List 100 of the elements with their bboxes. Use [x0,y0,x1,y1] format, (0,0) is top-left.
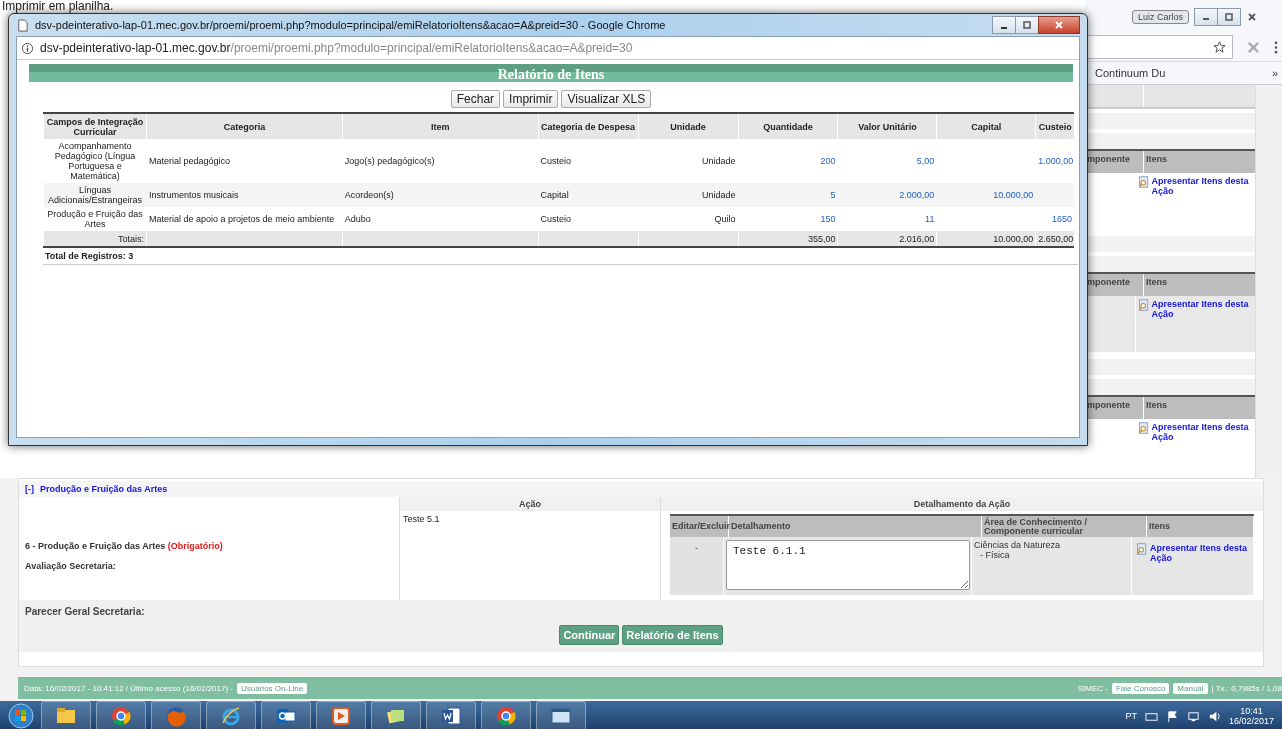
area-text: Ciências da Natureza [974,540,1062,550]
table-cell: Material pedagógico [149,156,231,166]
action-text: Teste 5.1 [402,513,441,526]
total-cell: 10.000,00 [993,233,1034,244]
table-cell: 11 [925,214,935,224]
show-items-link[interactable]: Apresentar Itens desta Ação [1151,422,1253,442]
menu-icon[interactable] [1274,40,1278,54]
column-header: Quantidade [738,113,838,139]
report-button[interactable]: Fechar [450,90,501,108]
timing-text: | Tx.: 0,7985s / 1,08 [1211,683,1282,693]
minimize-icon [1203,18,1209,21]
document-search-icon [1137,176,1150,188]
table-cell: Quilo [714,214,736,224]
report-heading: Relatório de Itens [29,64,1073,82]
total-cell: 2.650,00 [1038,233,1074,244]
restore-icon [1224,11,1234,22]
sub-area-text: - Física [979,550,1011,560]
column-header: Itens [1145,276,1168,289]
start-button[interactable] [6,702,36,729]
table-cell: Material de apoio a projetos de meio ambiente [149,214,335,224]
show-items-link[interactable]: Apresentar Itens desta Ação [1150,543,1249,563]
system-label: SIMEC - [1077,683,1108,693]
restore-button[interactable] [1015,16,1039,34]
chrome-icon[interactable] [495,705,517,727]
network-icon[interactable] [1186,709,1200,723]
collapse-toggle[interactable]: [-] [25,484,34,494]
table-cell: 10.000,00 [993,190,1034,200]
document-search-icon [1137,422,1150,434]
minimize-icon [1001,26,1007,29]
table-cell: Jogo(s) pedagógico(s) [344,156,435,166]
table-cell: Capital [540,190,569,200]
ie-icon[interactable] [220,705,242,727]
table-cell: 1650 [1051,214,1072,224]
footer-info: Data: 16/02/2017 - 10:41:12 / Último acesso (16/02/2017) - [24,683,233,693]
bookmark-link[interactable]: Continuum Du [1095,67,1166,80]
table-cell: Unidade [702,190,736,200]
user-profile-button[interactable]: Luiz Carlos [1131,9,1189,24]
flag-icon[interactable] [1165,709,1179,723]
table-cell: 1.000,00 [1038,156,1074,166]
play-icon[interactable] [330,705,352,727]
total-cell: 2.016,00 [899,233,935,244]
column-header: Detalhamento da Ação [661,497,1263,511]
report-button[interactable]: Visualizar XLS [561,90,652,108]
table-cell: Instrumentos musicais [149,190,239,200]
column-header: Categoria de Despesa [538,113,639,139]
document-search-icon [1136,543,1148,555]
table-cell: Línguas Adicionais/Estrangeiras [48,185,143,205]
table-cell: - [670,537,724,595]
volume-icon[interactable] [1207,709,1221,723]
column-header: Itens [1145,399,1168,412]
window-title: dsv-pdeinterativo-lap-01.mec.gov.br/proemi/proemi.php?modulo=principal/emiRelatorioItens&acao=A&preid=30 - Google Chrome [35,19,667,31]
column-header: Unidade [638,113,738,139]
total-cell: 355,00 [807,233,836,244]
total-records: Total de Registros: 3 [43,248,1078,265]
background-text: Imprimir em planilha. [1,0,115,13]
page-icon [16,18,29,32]
totals-label: Totais: [118,233,145,244]
word-icon[interactable] [440,705,462,727]
column-header: Custeio [1035,113,1074,139]
column-header: Item [342,113,539,139]
close-icon [1054,20,1064,30]
item-label: 6 - Produção e Fruição das Artes (Obrigatório) [25,540,224,551]
table-cell: Unidade [702,156,736,166]
table-cell: Custeio [540,156,572,166]
language-indicator[interactable]: PT [1125,711,1137,721]
url-text[interactable]: dsv-pdeinterativo-lap-01.mec.gov.br/proemi/proemi.php?modulo=principal/emiRelatorioItens&acao=A&preid=30 [40,41,633,55]
document-search-icon [1137,299,1150,311]
clock[interactable]: 10:41 16/02/2017 [1228,706,1274,726]
table-cell: 5 [830,190,836,200]
bookmark-star-icon[interactable] [1213,40,1226,54]
show-items-link[interactable]: Apresentar Itens desta Ação [1151,176,1253,196]
more-bookmarks-button[interactable]: » [1271,67,1278,80]
minimize-button[interactable] [992,16,1016,34]
info-icon[interactable] [21,41,34,55]
parecer-label: Parecer Geral Secretaria: [25,606,146,617]
table-cell: 150 [820,214,836,224]
window-icon[interactable] [550,705,572,727]
table-cell: Adubo [344,214,371,224]
table-cell: Produção e Fruição das Artes [47,209,143,229]
minimize-button[interactable] [1194,7,1218,26]
detail-textarea[interactable]: Teste 6.1.1 [726,540,970,590]
column-header: Itens [1145,153,1168,166]
restore-icon [1022,20,1032,30]
table-cell: 200 [820,156,836,166]
close-button[interactable] [1038,16,1080,34]
chrome-icon[interactable] [110,705,132,727]
table-cell: Custeio [540,214,572,224]
column-header: Campos de Integração Curricular [43,113,147,139]
table-cell: 5,00 [916,156,935,166]
section-title: Produção e Fruição das Artes [40,484,168,494]
column-header: Capital [936,113,1036,139]
column-header: Ação [400,497,660,511]
close-icon [1247,11,1257,22]
evaluation-label: Avaliação Secretaria: [25,560,117,571]
table-cell: 2.000,00 [899,190,935,200]
restore-button[interactable] [1217,7,1241,26]
column-header: Categoria [146,113,343,139]
column-header: Valor Unitário [837,113,937,139]
table-cell: Acompanhamento Pedagógico (Língua Portuguesa e Matemática) [54,141,136,181]
report-button[interactable]: Imprimir [503,90,559,108]
